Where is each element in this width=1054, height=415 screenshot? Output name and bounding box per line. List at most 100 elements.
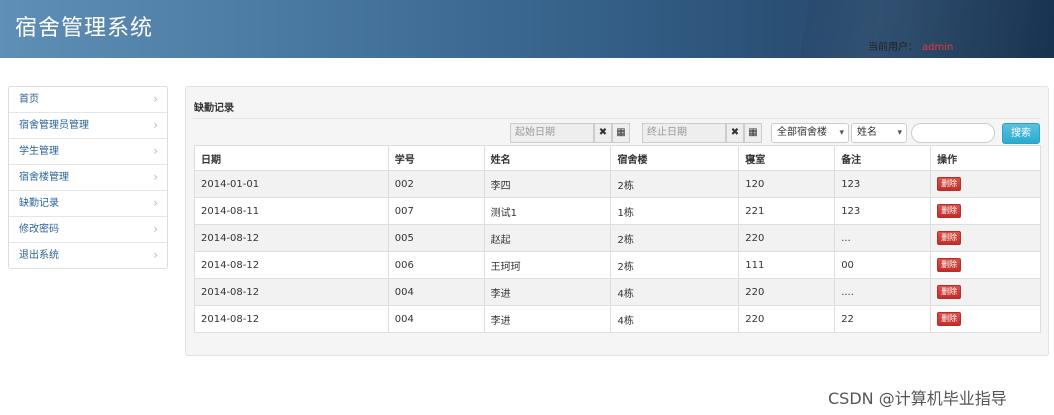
cell-name: 李进 <box>483 305 612 333</box>
building-select[interactable]: 全部宿舍楼 ▾ <box>771 123 849 143</box>
delete-button[interactable]: 删除 <box>937 177 962 191</box>
cell-building: 2栋 <box>610 224 740 252</box>
search-field-select[interactable]: 姓名 ▾ <box>851 123 907 143</box>
cell-student-id: 007 <box>387 197 485 225</box>
sidebar-item-dorm-managers[interactable]: 宿舍管理员管理 › <box>9 113 167 139</box>
delete-button[interactable]: 删除 <box>937 231 962 245</box>
cell-remark: 00 <box>834 251 932 279</box>
delete-button[interactable]: 删除 <box>937 258 962 272</box>
table-row: 2014-08-12 005 赵起 2栋 220 ... 删除 <box>194 224 1041 252</box>
clear-start-date-icon[interactable]: ✖ <box>594 123 612 143</box>
sidebar-item-students[interactable]: 学生管理 › <box>9 139 167 165</box>
app-header: 宿舍管理系统 当前用户： admin <box>0 0 1054 58</box>
chevron-right-icon: › <box>153 248 158 262</box>
cell-building: 2栋 <box>610 251 740 279</box>
chevron-right-icon: › <box>153 118 158 132</box>
chevron-down-icon: ▾ <box>897 128 902 138</box>
cell-student-id: 004 <box>387 278 485 306</box>
cell-student-id: 005 <box>387 224 485 252</box>
cell-date: 2014-08-12 <box>194 224 389 252</box>
absence-records-table: 日期 学号 姓名 宿舍楼 寝室 备注 操作 2014-01-01 002 李四 … <box>194 145 1041 333</box>
col-header-date: 日期 <box>194 145 389 171</box>
delete-button[interactable]: 删除 <box>937 285 962 299</box>
cell-date: 2014-08-12 <box>194 278 389 306</box>
cell-student-id: 004 <box>387 305 485 333</box>
cell-date: 2014-01-01 <box>194 170 389 198</box>
cell-action: 删除 <box>930 278 1041 306</box>
sidebar-item-label: 修改密码 <box>19 224 59 235</box>
current-user-name[interactable]: admin <box>922 42 953 53</box>
end-date-input[interactable]: 终止日期 <box>642 123 726 143</box>
chevron-right-icon: › <box>153 144 158 158</box>
sidebar-item-logout[interactable]: 退出系统 › <box>9 243 167 268</box>
sidebar-nav: 首页 › 宿舍管理员管理 › 学生管理 › 宿舍楼管理 › 缺勤记录 › 修改密码 › 退出… <box>8 86 168 269</box>
cell-action: 删除 <box>930 170 1041 198</box>
cell-room: 120 <box>738 170 836 198</box>
sidebar-item-label: 首页 <box>19 94 39 105</box>
delete-button[interactable]: 删除 <box>937 204 962 218</box>
sidebar-item-label: 宿舍管理员管理 <box>19 120 89 131</box>
watermark: CSDN @计算机毕业指导 <box>828 389 1007 408</box>
search-input[interactable] <box>911 123 995 143</box>
cell-room: 221 <box>738 197 836 225</box>
panel-title: 缺勤记录 <box>194 103 234 114</box>
cell-action: 删除 <box>930 305 1041 333</box>
cell-date: 2014-08-11 <box>194 197 389 225</box>
cell-remark: ... <box>834 224 932 252</box>
chevron-down-icon: ▾ <box>839 128 844 138</box>
table-header-row: 日期 学号 姓名 宿舍楼 寝室 备注 操作 <box>194 145 1041 171</box>
cell-room: 111 <box>738 251 836 279</box>
cell-action: 删除 <box>930 224 1041 252</box>
app-title: 宿舍管理系统 <box>15 16 154 41</box>
cell-room: 220 <box>738 305 836 333</box>
col-header-remark: 备注 <box>834 145 932 171</box>
cell-remark: 123 <box>834 197 932 225</box>
sidebar-item-label: 缺勤记录 <box>19 198 59 209</box>
table-row: 2014-08-11 007 测试1 1栋 221 123 删除 <box>194 197 1041 225</box>
col-header-building: 宿舍楼 <box>610 145 740 171</box>
calendar-end-icon[interactable]: ▦ <box>744 123 762 143</box>
cell-room: 220 <box>738 224 836 252</box>
calendar-start-icon[interactable]: ▦ <box>612 123 630 143</box>
cell-remark: .... <box>834 278 932 306</box>
sidebar-item-change-password[interactable]: 修改密码 › <box>9 217 167 243</box>
absence-records-panel: 缺勤记录 起始日期 ✖ ▦ 终止日期 ✖ ▦ 全部宿舍楼 ▾ 姓名 ▾ 搜索 日期 … <box>185 86 1049 356</box>
cell-room: 220 <box>738 278 836 306</box>
cell-date: 2014-08-12 <box>194 251 389 279</box>
delete-button[interactable]: 删除 <box>937 312 962 326</box>
col-header-action: 操作 <box>930 145 1041 171</box>
table-row: 2014-08-12 004 李进 4栋 220 .... 删除 <box>194 278 1041 306</box>
chevron-right-icon: › <box>153 170 158 184</box>
cell-name: 李四 <box>483 170 612 198</box>
sidebar-item-label: 宿舍楼管理 <box>19 172 69 183</box>
divider <box>193 118 1041 119</box>
start-date-input[interactable]: 起始日期 <box>510 123 594 143</box>
cell-name: 测试1 <box>483 197 612 225</box>
chevron-right-icon: › <box>153 222 158 236</box>
cell-building: 2栋 <box>610 170 740 198</box>
chevron-right-icon: › <box>153 196 158 210</box>
chevron-right-icon: › <box>153 92 158 106</box>
building-select-value: 全部宿舍楼 <box>777 127 827 138</box>
clear-end-date-icon[interactable]: ✖ <box>726 123 744 143</box>
sidebar-item-label: 学生管理 <box>19 146 59 157</box>
cell-remark: 123 <box>834 170 932 198</box>
cell-action: 删除 <box>930 197 1041 225</box>
cell-building: 4栋 <box>610 278 740 306</box>
search-field-select-value: 姓名 <box>857 127 877 138</box>
cell-building: 1栋 <box>610 197 740 225</box>
col-header-room: 寝室 <box>738 145 836 171</box>
table-row: 2014-01-01 002 李四 2栋 120 123 删除 <box>194 170 1041 198</box>
sidebar-item-home[interactable]: 首页 › <box>9 87 167 113</box>
cell-student-id: 002 <box>387 170 485 198</box>
cell-name: 李进 <box>483 278 612 306</box>
col-header-name: 姓名 <box>483 145 612 171</box>
cell-action: 删除 <box>930 251 1041 279</box>
search-button[interactable]: 搜索 <box>1002 123 1040 144</box>
sidebar-item-label: 退出系统 <box>19 250 59 261</box>
cell-name: 王珂珂 <box>483 251 612 279</box>
sidebar-item-absence-records[interactable]: 缺勤记录 › <box>9 191 167 217</box>
current-user-label: 当前用户： <box>868 42 918 53</box>
cell-date: 2014-08-12 <box>194 305 389 333</box>
sidebar-item-buildings[interactable]: 宿舍楼管理 › <box>9 165 167 191</box>
